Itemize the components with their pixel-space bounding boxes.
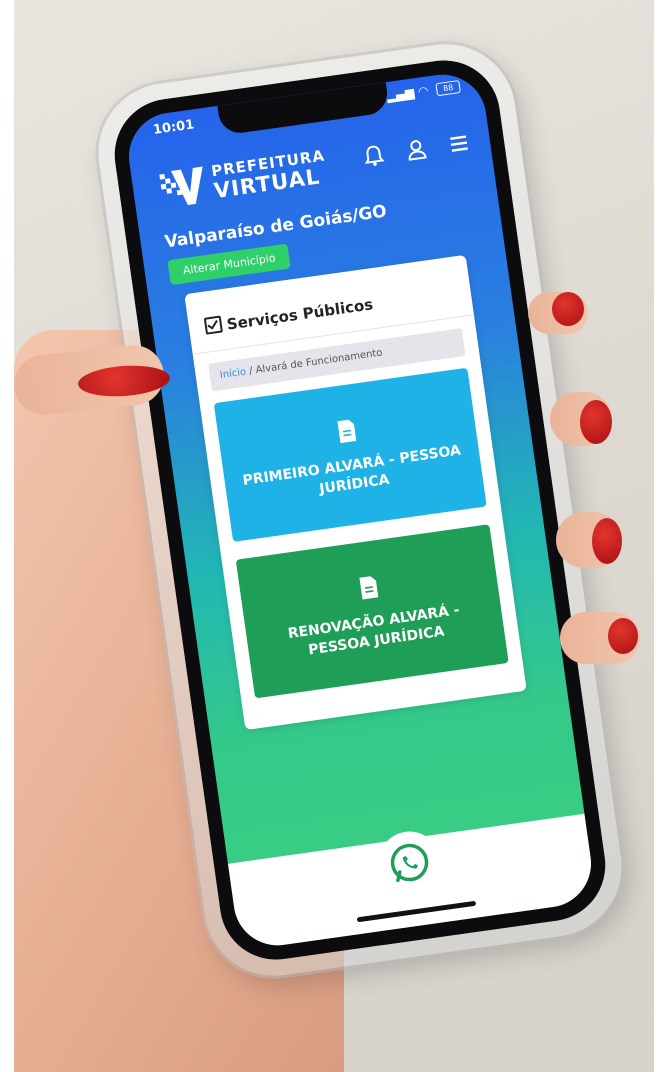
menu-icon[interactable] xyxy=(444,129,473,158)
finger-nail-2 xyxy=(580,400,612,444)
wifi-icon: ◠ xyxy=(417,83,430,99)
header-actions xyxy=(347,129,474,172)
logo-text: PREFEITURA VIRTUAL xyxy=(210,146,329,204)
finger-nail-1 xyxy=(552,292,584,326)
signal-icon: ▂▄▆ xyxy=(385,85,416,104)
renew-license-button[interactable]: RENOVAÇÃO ALVARÁ - PESSOA JURÍDICA xyxy=(235,524,509,699)
user-icon[interactable] xyxy=(402,135,431,164)
checkbox-icon xyxy=(203,315,223,335)
whatsapp-icon[interactable] xyxy=(377,830,442,895)
change-municipality-button[interactable]: Alterar Município xyxy=(167,243,291,286)
breadcrumb-home[interactable]: Início xyxy=(219,367,247,382)
document-icon xyxy=(357,574,380,601)
battery-icon: 88 xyxy=(435,80,461,97)
logo-mark-icon xyxy=(156,160,210,210)
tile-label: RENOVAÇÃO ALVARÁ - PESSOA JURÍDICA xyxy=(286,602,461,659)
card-title: Serviços Públicos xyxy=(203,294,375,336)
finger-nail-4 xyxy=(608,618,638,654)
first-license-button[interactable]: PRIMEIRO ALVARÁ - PESSOA JURÍDICA xyxy=(213,367,487,542)
card-title-text: Serviços Públicos xyxy=(225,295,375,334)
breadcrumb-current: Alvará de Funcionamento xyxy=(255,347,384,377)
bell-icon[interactable] xyxy=(359,141,388,170)
breadcrumb-separator: / xyxy=(248,365,254,378)
status-time: 10:01 xyxy=(152,117,196,139)
services-card: Serviços Públicos Início / Alvará de Fun… xyxy=(184,254,527,731)
tile-label: PRIMEIRO ALVARÁ - PESSOA JURÍDICA xyxy=(241,442,462,498)
document-icon xyxy=(335,418,358,445)
finger-nail-3 xyxy=(592,518,622,564)
status-icons: ▂▄▆ ◠ 88 xyxy=(386,79,461,103)
